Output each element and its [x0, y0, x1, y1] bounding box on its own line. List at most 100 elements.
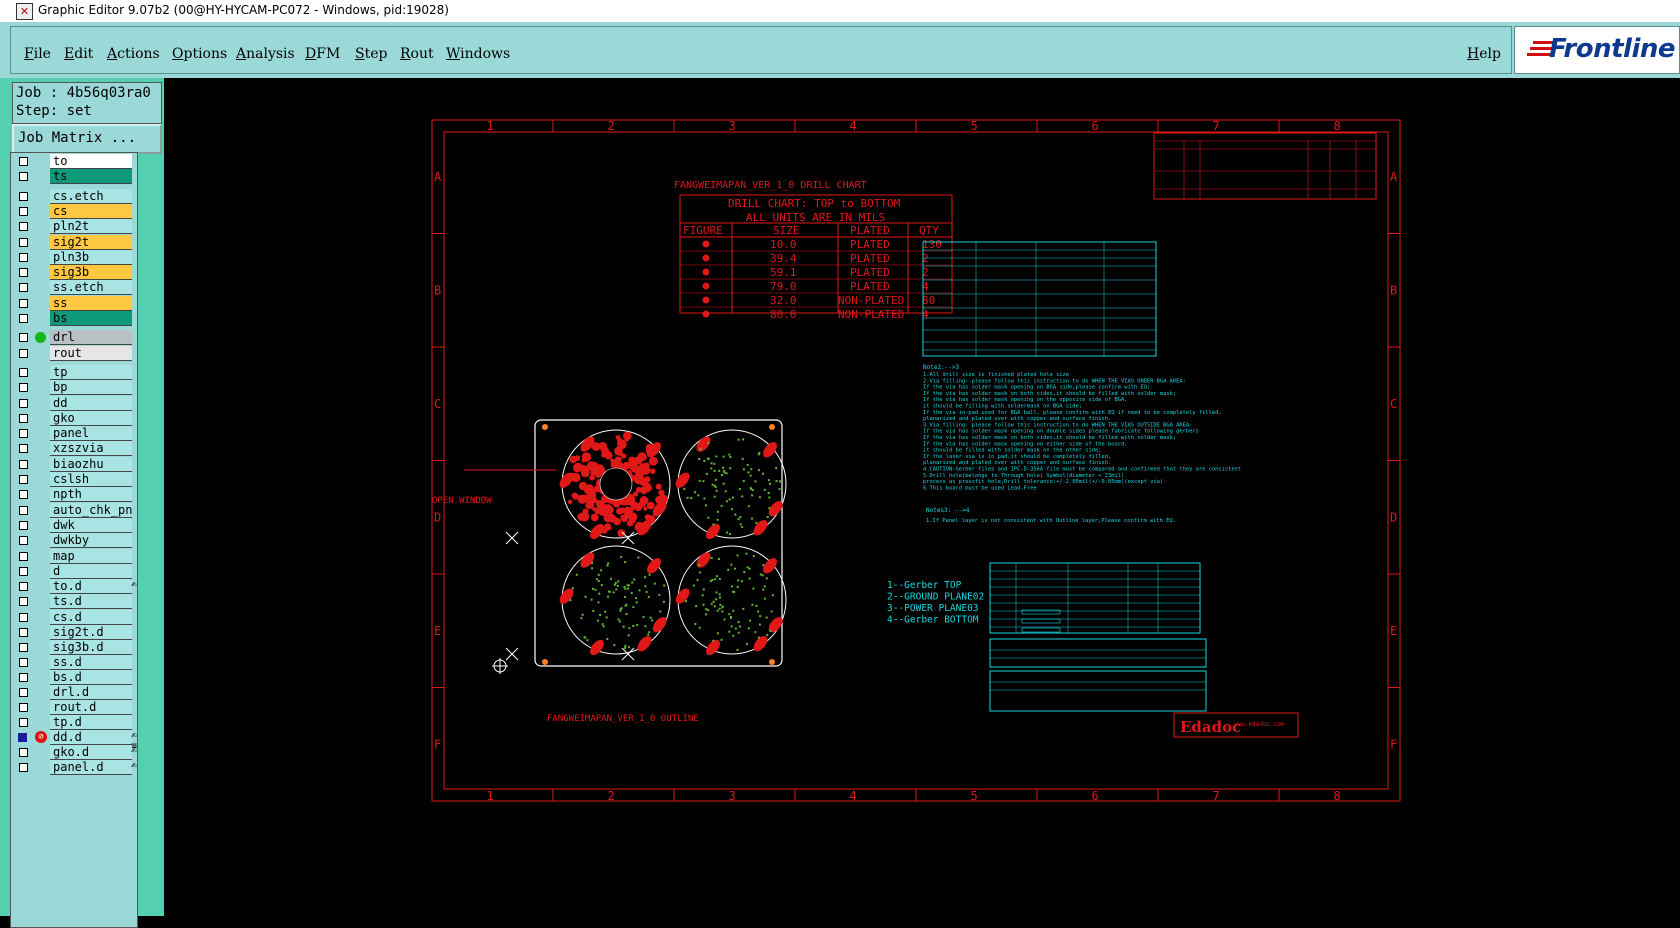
layer-checkbox[interactable]: [19, 314, 28, 323]
layer-name[interactable]: sig2t.d: [50, 625, 132, 640]
layer-name[interactable]: ts.d: [50, 594, 132, 609]
layer-select-marker[interactable]: [18, 733, 27, 742]
layer-name[interactable]: tp.d: [50, 715, 132, 730]
menu-rout[interactable]: Rout: [400, 46, 434, 62]
layer-name[interactable]: xzszvia: [50, 441, 132, 456]
layer-row-dwkby[interactable]: dwkby: [13, 533, 133, 548]
layer-name[interactable]: pln2t: [50, 219, 132, 234]
layer-row-gko-d[interactable]: gko.d ✍: [13, 745, 133, 760]
layer-checkbox[interactable]: [19, 703, 28, 712]
layer-checkbox[interactable]: [19, 238, 28, 247]
layer-row-to[interactable]: to: [13, 154, 133, 169]
graphic-canvas[interactable]: 1 1 2 2 3 3 4 4 5 5 6 6 7 7 8 8 A A B B C C D D E E F F FANGWEIMAPAN…: [164, 78, 1680, 916]
layer-checkbox[interactable]: [19, 399, 28, 408]
layer-checkbox[interactable]: [19, 383, 28, 392]
layer-row-gko[interactable]: gko: [13, 411, 133, 426]
layer-row-panel[interactable]: panel: [13, 426, 133, 441]
layer-row-pln3b[interactable]: pln3b: [13, 250, 133, 265]
layer-row-drl-d[interactable]: drl.d: [13, 685, 133, 700]
layer-row-cslsh[interactable]: cslsh: [13, 472, 133, 487]
layer-name[interactable]: sig3b.d: [50, 640, 132, 655]
layer-name[interactable]: bp: [50, 380, 132, 395]
layer-name[interactable]: cslsh: [50, 472, 132, 487]
layer-checkbox[interactable]: [19, 460, 28, 469]
layer-row-rout-d[interactable]: rout.d: [13, 700, 133, 715]
layer-name[interactable]: sig2t: [50, 235, 132, 250]
layer-row-bp[interactable]: bp: [13, 380, 133, 395]
layer-row-xzszvia[interactable]: xzszvia: [13, 441, 133, 456]
menu-help[interactable]: Help: [1467, 46, 1501, 62]
layer-row-dwk[interactable]: dwk: [13, 518, 133, 533]
menu-analysis[interactable]: Analysis: [236, 46, 295, 62]
layer-checkbox[interactable]: [19, 582, 28, 591]
layer-row-ss[interactable]: ss: [13, 296, 133, 311]
layer-checkbox[interactable]: [19, 475, 28, 484]
layer-row-map[interactable]: map: [13, 549, 133, 564]
layer-name[interactable]: pln3b: [50, 250, 132, 265]
layer-checkbox[interactable]: [19, 268, 28, 277]
layer-checkbox[interactable]: [19, 444, 28, 453]
layer-checkbox[interactable]: [19, 688, 28, 697]
layer-row-sig2t[interactable]: sig2t: [13, 235, 133, 250]
layer-row-sig2t-d[interactable]: sig2t.d: [13, 625, 133, 640]
layer-checkbox[interactable]: [19, 506, 28, 515]
layer-row-tp-d[interactable]: tp.d: [13, 715, 133, 730]
layer-row-auto-chk-pn[interactable]: auto_chk_pn: [13, 503, 133, 518]
layer-checkbox[interactable]: [19, 414, 28, 423]
layer-name[interactable]: to: [50, 154, 132, 169]
layer-row-drl[interactable]: drl: [13, 330, 133, 345]
layer-checkbox[interactable]: [19, 673, 28, 682]
layer-checkbox[interactable]: [19, 552, 28, 561]
layer-name[interactable]: rout.d: [50, 700, 132, 715]
layer-row-cs[interactable]: cs: [13, 204, 133, 219]
menu-actions[interactable]: Actions: [107, 46, 160, 62]
layer-name[interactable]: gko.d: [50, 745, 132, 760]
layer-row-sig3b-d[interactable]: sig3b.d: [13, 640, 133, 655]
layer-checkbox[interactable]: [19, 429, 28, 438]
layer-checkbox[interactable]: [19, 613, 28, 622]
layer-name[interactable]: dwk: [50, 518, 132, 533]
layer-checkbox[interactable]: [19, 567, 28, 576]
layer-checkbox[interactable]: [19, 349, 28, 358]
layer-name[interactable]: ss: [50, 296, 132, 311]
drawing-svg[interactable]: 1 1 2 2 3 3 4 4 5 5 6 6 7 7 8 8 A A B B C C D D E E F F FANGWEIMAPAN…: [164, 78, 1680, 916]
layer-row-sig3b[interactable]: sig3b: [13, 265, 133, 280]
layer-checkbox[interactable]: [19, 628, 28, 637]
layer-checkbox[interactable]: [19, 222, 28, 231]
layer-name[interactable]: d: [50, 564, 132, 579]
layer-checkbox[interactable]: [19, 299, 28, 308]
layer-name[interactable]: tp: [50, 365, 132, 380]
menu-dfm[interactable]: DFM: [305, 46, 340, 62]
layer-name[interactable]: cs: [50, 204, 132, 219]
layer-checkbox[interactable]: [19, 172, 28, 181]
layer-row-biaozhu[interactable]: biaozhu: [13, 457, 133, 472]
layer-checkbox[interactable]: [19, 490, 28, 499]
layer-name[interactable]: npth: [50, 487, 132, 502]
layer-checkbox[interactable]: [19, 748, 28, 757]
layer-row-pln2t[interactable]: pln2t: [13, 219, 133, 234]
layer-checkbox[interactable]: [19, 521, 28, 530]
layer-row-tp[interactable]: tp: [13, 365, 133, 380]
layer-checkbox[interactable]: [19, 643, 28, 652]
layer-row-npth[interactable]: npth: [13, 487, 133, 502]
layer-name[interactable]: dwkby: [50, 533, 132, 548]
menu-options[interactable]: Options: [172, 46, 227, 62]
layer-checkbox[interactable]: [19, 333, 28, 342]
layer-name[interactable]: sig3b: [50, 265, 132, 280]
layer-name[interactable]: to.d: [50, 579, 132, 594]
layer-name[interactable]: panel.d: [50, 760, 132, 775]
layer-checkbox[interactable]: [19, 157, 28, 166]
layer-name[interactable]: bs: [50, 311, 132, 326]
layer-checkbox[interactable]: [19, 207, 28, 216]
layer-name[interactable]: bs.d: [50, 670, 132, 685]
layer-name[interactable]: panel: [50, 426, 132, 441]
layer-row-bs[interactable]: bs: [13, 311, 133, 326]
layer-row-cs-etch[interactable]: cs.etch: [13, 189, 133, 204]
layer-name[interactable]: drl: [50, 330, 132, 345]
layer-name[interactable]: cs.etch: [50, 189, 132, 204]
layer-name[interactable]: map: [50, 549, 132, 564]
menu-windows[interactable]: Windows: [446, 46, 510, 62]
layer-name[interactable]: dd: [50, 396, 132, 411]
layer-row-d[interactable]: d: [13, 564, 133, 579]
layer-row-ts-d[interactable]: ts.d: [13, 594, 133, 609]
